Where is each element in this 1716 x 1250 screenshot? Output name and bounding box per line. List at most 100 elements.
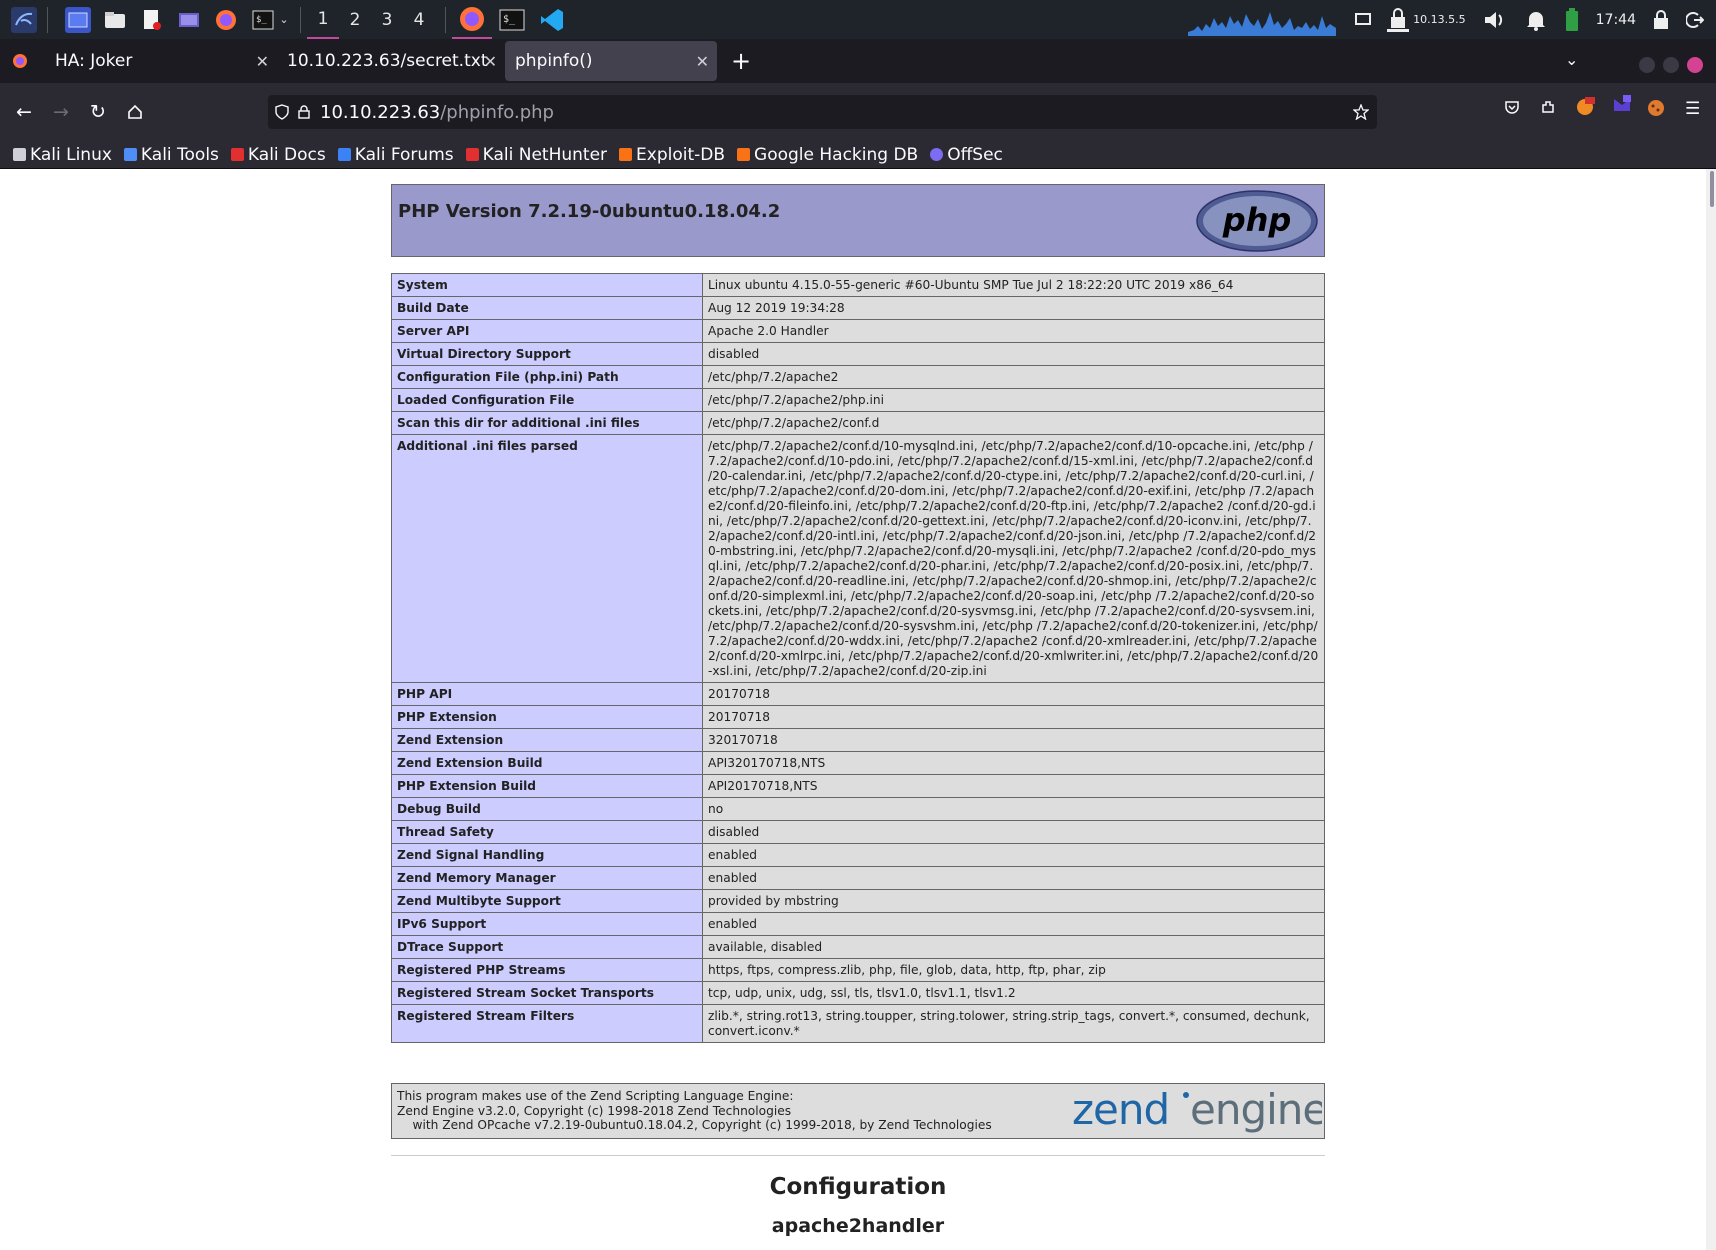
workspace-4[interactable]: 4 (403, 0, 435, 39)
info-value: https, ftps, compress.zlib, php, file, g… (702, 958, 1325, 982)
foxyproxy-icon[interactable] (1575, 96, 1595, 121)
bookmark-google-hacking-db[interactable]: Google Hacking DB (737, 145, 918, 165)
back-arrow-icon[interactable]: ← (9, 97, 39, 127)
taskbar-vscode-icon[interactable] (532, 0, 572, 39)
extensions-icon[interactable] (1540, 99, 1556, 120)
tab-phpinfo[interactable]: phpinfo() ✕ (505, 41, 717, 81)
table-row: Server API Apache 2.0 Handler (391, 319, 1325, 343)
table-row: PHP Extension Build API20170718,NTS (391, 774, 1325, 798)
minimize-window-button[interactable] (1639, 57, 1655, 73)
file-manager-icon[interactable] (102, 7, 128, 33)
info-key: IPv6 Support (391, 912, 703, 936)
table-row: Configuration File (php.ini) Path/etc/ph… (391, 365, 1325, 389)
chevron-down-icon[interactable]: ⌄ (278, 7, 290, 33)
vpn-ip: 10.13.5.5 (1413, 13, 1466, 26)
table-row: Registered Stream Filters zlib.*, string.… (391, 1004, 1325, 1043)
kali-menu-icon[interactable] (11, 6, 37, 33)
tab-title: 10.10.223.63/secret.txt (287, 51, 488, 71)
bookmark-offsec[interactable]: OffSec (930, 145, 1003, 165)
bookmark-label: Kali NetHunter (482, 144, 608, 165)
bookmark-star-icon[interactable] (1353, 104, 1369, 120)
zend-engine-box: This program makes use of the Zend Scrip… (391, 1083, 1325, 1139)
tab-ha-joker[interactable]: HA: Joker ✕ (45, 41, 277, 81)
info-value: Linux ubuntu 4.15.0-55-generic #60-Ubunt… (702, 273, 1325, 297)
table-row: Zend Multibyte Support provided by mbstri… (391, 889, 1325, 913)
tab-close-icon[interactable]: ✕ (256, 52, 269, 71)
bookmark-kali-nethunter[interactable]: Kali NetHunter (465, 144, 608, 165)
terminal-launcher-icon[interactable]: $_ (250, 7, 276, 33)
info-value: no (702, 797, 1325, 821)
bookmark-kali-tools[interactable]: Kali Tools (123, 145, 219, 165)
firefox-launcher-icon[interactable] (213, 7, 239, 33)
logout-icon[interactable] (1686, 11, 1704, 29)
workspace-1[interactable]: 1 (307, 0, 339, 39)
info-value: disabled (702, 342, 1325, 366)
info-value: Aug 12 2019 19:34:28 (702, 296, 1325, 320)
firefox-view-icon[interactable] (12, 53, 28, 69)
taskbar-firefox-icon[interactable] (452, 0, 492, 39)
close-window-button[interactable] (1687, 57, 1703, 73)
kali-tools-icon (123, 148, 137, 161)
screenshot-icon[interactable] (176, 7, 202, 33)
workspace-2[interactable]: 2 (339, 0, 371, 39)
info-value: disabled (702, 820, 1325, 844)
screen-icon[interactable] (1355, 12, 1372, 27)
tab-close-icon[interactable]: ✕ (696, 52, 709, 71)
desktop-icon[interactable] (65, 6, 91, 33)
bookmark-exploit-db[interactable]: Exploit-DB (619, 145, 725, 165)
lock-icon[interactable] (298, 105, 310, 119)
clock[interactable]: 17:44 (1596, 12, 1636, 28)
cookie-extension-icon[interactable] (1647, 99, 1665, 122)
scrollbar-thumb[interactable] (1710, 171, 1714, 207)
table-row: Additional .ini files parsed/etc/php/7.2… (391, 434, 1325, 683)
bookmark-kali-linux[interactable]: Kali Linux (13, 145, 112, 165)
clock-text: 17:44 (1595, 11, 1636, 28)
info-key: Registered Stream Filters (391, 1004, 703, 1043)
offsec-icon (930, 148, 944, 161)
top-panel: $_ ⌄ 1 2 3 4 $_ 10.13.5.5 17:44 (0, 0, 1716, 39)
kali-dragon-icon (13, 148, 26, 161)
home-icon[interactable] (120, 97, 150, 127)
exploit-db-icon (619, 148, 633, 161)
tab-close-icon[interactable]: ✕ (484, 52, 497, 71)
vpn-lock-icon (1387, 7, 1410, 32)
zend-logo-word: zend (1072, 1086, 1169, 1134)
battery-icon[interactable] (1564, 7, 1580, 32)
reload-icon[interactable]: ↻ (83, 97, 113, 127)
kali-docs-icon (230, 148, 244, 161)
configuration-heading: Configuration (769, 1174, 947, 1200)
list-all-tabs-icon[interactable]: ⌄ (1565, 50, 1578, 69)
info-value: API20170718,NTS (702, 774, 1325, 798)
apache2handler-heading: apache2handler (771, 1215, 945, 1237)
tab-bar: HA: Joker ✕ 10.10.223.63/secret.txt ✕ ph… (0, 39, 1716, 83)
notifications-icon[interactable] (1524, 8, 1548, 32)
kali-forums-icon (337, 148, 351, 161)
forward-arrow-icon[interactable]: → (46, 97, 76, 127)
info-value: enabled (702, 912, 1325, 936)
table-row: Zend Signal Handling enabled (391, 843, 1325, 867)
info-key: Zend Signal Handling (391, 843, 703, 867)
info-key: Zend Extension Build (391, 751, 703, 775)
url-bar[interactable]: 10.10.223.63/phpinfo.php (268, 95, 1377, 129)
bookmark-kali-docs[interactable]: Kali Docs (230, 145, 326, 165)
extension-badge-icon[interactable] (1612, 95, 1632, 120)
page-scrollbar[interactable] (1706, 169, 1716, 1250)
bookmark-kali-forums[interactable]: Kali Forums (337, 145, 454, 165)
lock-screen-icon[interactable] (1652, 9, 1670, 30)
info-value: provided by mbstring (702, 889, 1325, 913)
text-editor-icon[interactable] (139, 7, 165, 33)
new-tab-button[interactable]: + (731, 47, 751, 75)
vpn-status[interactable]: 10.13.5.5 (1387, 7, 1466, 33)
hamburger-menu-icon[interactable]: ☰ (1685, 99, 1700, 119)
table-row: System Linux ubuntu 4.15.0-55-generic #60… (391, 273, 1325, 297)
workspace-3[interactable]: 3 (371, 0, 403, 39)
info-value: API320170718,NTS (702, 751, 1325, 775)
maximize-window-button[interactable] (1663, 57, 1679, 73)
info-value: /etc/php/7.2/apache2/conf.d/10-mysqlnd.i… (702, 434, 1325, 683)
volume-icon[interactable] (1482, 8, 1508, 32)
tab-secret-txt[interactable]: 10.10.223.63/secret.txt ✕ (277, 41, 497, 81)
shield-icon[interactable] (275, 104, 289, 120)
pocket-icon[interactable] (1504, 99, 1520, 120)
taskbar-terminal-icon[interactable]: $_ (492, 0, 532, 39)
table-row: Registered PHP Streams https, ftps, compr… (391, 958, 1325, 982)
